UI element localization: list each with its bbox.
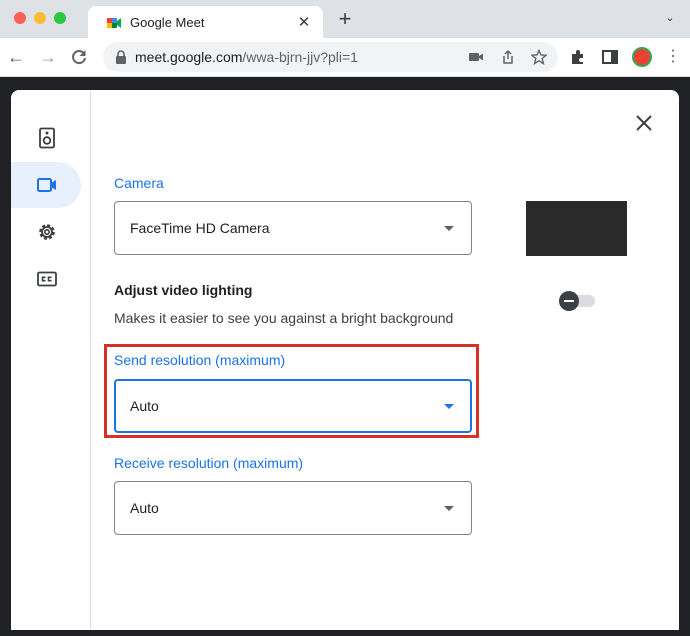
window-maximize-button[interactable] bbox=[54, 12, 66, 24]
gear-icon bbox=[39, 224, 55, 240]
closed-captions-icon bbox=[37, 271, 57, 287]
lighting-description: Makes it easier to see you against a bri… bbox=[114, 310, 454, 326]
dropdown-arrow-icon bbox=[444, 226, 454, 231]
speaker-icon bbox=[39, 127, 55, 149]
google-meet-favicon-icon bbox=[107, 18, 121, 28]
more-menu-icon[interactable]: ⋮ bbox=[665, 47, 681, 67]
bookmark-star-icon[interactable] bbox=[531, 49, 547, 65]
reload-icon[interactable] bbox=[70, 48, 88, 66]
camera-preview bbox=[526, 201, 627, 256]
camera-label: Camera bbox=[114, 175, 164, 191]
browser-toolbar: ← → meet.google.com/wwa-bjrn-jjv?pli=1 ⋮ bbox=[0, 38, 690, 77]
window-close-button[interactable] bbox=[14, 12, 26, 24]
browser-tab-google-meet[interactable]: Google Meet ✕ bbox=[88, 6, 323, 40]
nav-item-audio[interactable] bbox=[11, 115, 81, 161]
receive-resolution-value: Auto bbox=[130, 500, 159, 516]
address-bar[interactable]: meet.google.com/wwa-bjrn-jjv?pli=1 bbox=[103, 42, 558, 72]
lock-icon bbox=[116, 50, 126, 64]
dropdown-arrow-icon bbox=[444, 506, 454, 511]
forward-arrow-icon[interactable]: → bbox=[38, 47, 58, 67]
settings-dialog: Camera FaceTime HD Camera Adjust video l… bbox=[11, 90, 679, 630]
camera-select[interactable]: FaceTime HD Camera bbox=[114, 201, 472, 255]
highlight-box bbox=[104, 344, 479, 438]
back-arrow-icon[interactable]: ← bbox=[6, 47, 26, 67]
nav-item-general[interactable] bbox=[11, 209, 81, 255]
extensions-puzzle-icon[interactable] bbox=[569, 48, 587, 66]
camera-in-use-icon[interactable] bbox=[468, 49, 484, 65]
close-dialog-icon[interactable] bbox=[633, 112, 655, 134]
tab-search-chevron-icon[interactable]: ⌄ bbox=[662, 10, 678, 26]
lighting-heading: Adjust video lighting bbox=[114, 282, 253, 298]
window-minimize-button[interactable] bbox=[34, 12, 46, 24]
nav-item-captions[interactable] bbox=[11, 256, 81, 302]
side-panel-icon[interactable] bbox=[601, 48, 619, 66]
tab-title: Google Meet bbox=[130, 15, 205, 30]
video-camera-icon bbox=[37, 178, 56, 192]
profile-avatar[interactable] bbox=[632, 47, 652, 67]
new-tab-button[interactable]: + bbox=[335, 8, 355, 30]
nav-item-video[interactable] bbox=[11, 162, 81, 208]
share-icon[interactable] bbox=[500, 49, 516, 65]
url-text: meet.google.com/wwa-bjrn-jjv?pli=1 bbox=[135, 49, 358, 65]
tab-close-icon[interactable]: ✕ bbox=[295, 14, 313, 32]
receive-resolution-label: Receive resolution (maximum) bbox=[114, 455, 304, 471]
lighting-toggle-thumb[interactable] bbox=[559, 291, 579, 311]
receive-resolution-select[interactable]: Auto bbox=[114, 481, 472, 535]
settings-sidenav bbox=[11, 90, 91, 630]
camera-select-value: FaceTime HD Camera bbox=[130, 220, 270, 236]
browser-titlebar: Google Meet ✕ + ⌄ bbox=[0, 0, 690, 40]
